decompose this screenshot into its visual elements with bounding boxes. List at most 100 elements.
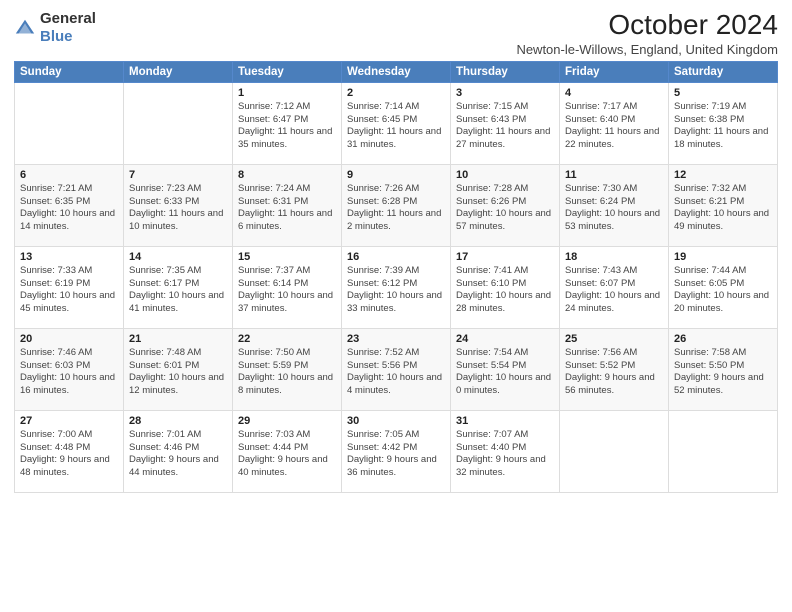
day-header-tuesday: Tuesday (233, 61, 342, 82)
calendar-cell: 26 Sunrise: 7:58 AMSunset: 5:50 PMDaylig… (669, 328, 778, 410)
day-info: Sunrise: 7:05 AMSunset: 4:42 PMDaylight:… (347, 429, 437, 478)
logo-icon (14, 17, 36, 39)
day-number: 16 (347, 251, 445, 263)
day-number: 28 (129, 415, 227, 427)
day-info: Sunrise: 7:03 AMSunset: 4:44 PMDaylight:… (238, 429, 328, 478)
day-info: Sunrise: 7:46 AMSunset: 6:03 PMDaylight:… (20, 347, 115, 396)
day-info: Sunrise: 7:50 AMSunset: 5:59 PMDaylight:… (238, 347, 333, 396)
day-number: 29 (238, 415, 336, 427)
day-info: Sunrise: 7:15 AMSunset: 6:43 PMDaylight:… (456, 101, 550, 150)
calendar-cell (15, 82, 124, 164)
calendar-cell: 28 Sunrise: 7:01 AMSunset: 4:46 PMDaylig… (124, 410, 233, 492)
calendar-cell: 11 Sunrise: 7:30 AMSunset: 6:24 PMDaylig… (560, 164, 669, 246)
day-info: Sunrise: 7:14 AMSunset: 6:45 PMDaylight:… (347, 101, 441, 150)
day-info: Sunrise: 7:58 AMSunset: 5:50 PMDaylight:… (674, 347, 764, 396)
day-number: 3 (456, 87, 554, 99)
day-number: 26 (674, 333, 772, 345)
day-number: 25 (565, 333, 663, 345)
day-number: 2 (347, 87, 445, 99)
day-number: 24 (456, 333, 554, 345)
logo-blue: Blue (40, 28, 73, 45)
title-block: October 2024 Newton-le-Willows, England,… (516, 10, 778, 57)
calendar-cell: 25 Sunrise: 7:56 AMSunset: 5:52 PMDaylig… (560, 328, 669, 410)
page-header: General Blue October 2024 Newton-le-Will… (14, 10, 778, 57)
day-info: Sunrise: 7:28 AMSunset: 6:26 PMDaylight:… (456, 183, 551, 232)
calendar-cell: 4 Sunrise: 7:17 AMSunset: 6:40 PMDayligh… (560, 82, 669, 164)
calendar-week-4: 20 Sunrise: 7:46 AMSunset: 6:03 PMDaylig… (15, 328, 778, 410)
day-number: 12 (674, 169, 772, 181)
calendar-cell: 2 Sunrise: 7:14 AMSunset: 6:45 PMDayligh… (342, 82, 451, 164)
day-info: Sunrise: 7:37 AMSunset: 6:14 PMDaylight:… (238, 265, 333, 314)
calendar-cell (669, 410, 778, 492)
day-number: 8 (238, 169, 336, 181)
calendar-cell: 27 Sunrise: 7:00 AMSunset: 4:48 PMDaylig… (15, 410, 124, 492)
calendar-cell: 12 Sunrise: 7:32 AMSunset: 6:21 PMDaylig… (669, 164, 778, 246)
main-title: October 2024 (516, 10, 778, 41)
calendar-header-row: SundayMondayTuesdayWednesdayThursdayFrid… (15, 61, 778, 82)
day-info: Sunrise: 7:21 AMSunset: 6:35 PMDaylight:… (20, 183, 115, 232)
logo: General Blue (14, 10, 96, 46)
calendar-week-1: 1 Sunrise: 7:12 AMSunset: 6:47 PMDayligh… (15, 82, 778, 164)
day-number: 1 (238, 87, 336, 99)
calendar-cell: 1 Sunrise: 7:12 AMSunset: 6:47 PMDayligh… (233, 82, 342, 164)
calendar-cell: 8 Sunrise: 7:24 AMSunset: 6:31 PMDayligh… (233, 164, 342, 246)
day-number: 23 (347, 333, 445, 345)
calendar-cell: 31 Sunrise: 7:07 AMSunset: 4:40 PMDaylig… (451, 410, 560, 492)
day-info: Sunrise: 7:56 AMSunset: 5:52 PMDaylight:… (565, 347, 655, 396)
day-number: 15 (238, 251, 336, 263)
day-header-thursday: Thursday (451, 61, 560, 82)
calendar-cell: 29 Sunrise: 7:03 AMSunset: 4:44 PMDaylig… (233, 410, 342, 492)
day-header-sunday: Sunday (15, 61, 124, 82)
day-number: 31 (456, 415, 554, 427)
day-info: Sunrise: 7:41 AMSunset: 6:10 PMDaylight:… (456, 265, 551, 314)
day-info: Sunrise: 7:00 AMSunset: 4:48 PMDaylight:… (20, 429, 110, 478)
day-number: 22 (238, 333, 336, 345)
calendar-cell: 17 Sunrise: 7:41 AMSunset: 6:10 PMDaylig… (451, 246, 560, 328)
day-info: Sunrise: 7:39 AMSunset: 6:12 PMDaylight:… (347, 265, 442, 314)
day-number: 6 (20, 169, 118, 181)
subtitle: Newton-le-Willows, England, United Kingd… (516, 42, 778, 57)
day-number: 11 (565, 169, 663, 181)
day-number: 21 (129, 333, 227, 345)
calendar-cell (560, 410, 669, 492)
day-number: 5 (674, 87, 772, 99)
day-number: 4 (565, 87, 663, 99)
day-info: Sunrise: 7:17 AMSunset: 6:40 PMDaylight:… (565, 101, 659, 150)
day-number: 30 (347, 415, 445, 427)
day-header-friday: Friday (560, 61, 669, 82)
day-info: Sunrise: 7:35 AMSunset: 6:17 PMDaylight:… (129, 265, 224, 314)
calendar-cell: 9 Sunrise: 7:26 AMSunset: 6:28 PMDayligh… (342, 164, 451, 246)
day-info: Sunrise: 7:19 AMSunset: 6:38 PMDaylight:… (674, 101, 768, 150)
day-info: Sunrise: 7:54 AMSunset: 5:54 PMDaylight:… (456, 347, 551, 396)
day-info: Sunrise: 7:44 AMSunset: 6:05 PMDaylight:… (674, 265, 769, 314)
calendar-week-3: 13 Sunrise: 7:33 AMSunset: 6:19 PMDaylig… (15, 246, 778, 328)
day-header-monday: Monday (124, 61, 233, 82)
calendar-cell: 3 Sunrise: 7:15 AMSunset: 6:43 PMDayligh… (451, 82, 560, 164)
calendar-cell: 23 Sunrise: 7:52 AMSunset: 5:56 PMDaylig… (342, 328, 451, 410)
day-info: Sunrise: 7:01 AMSunset: 4:46 PMDaylight:… (129, 429, 219, 478)
calendar-cell: 5 Sunrise: 7:19 AMSunset: 6:38 PMDayligh… (669, 82, 778, 164)
day-number: 27 (20, 415, 118, 427)
day-header-wednesday: Wednesday (342, 61, 451, 82)
calendar-cell: 30 Sunrise: 7:05 AMSunset: 4:42 PMDaylig… (342, 410, 451, 492)
calendar-cell: 22 Sunrise: 7:50 AMSunset: 5:59 PMDaylig… (233, 328, 342, 410)
day-number: 10 (456, 169, 554, 181)
day-number: 13 (20, 251, 118, 263)
calendar-cell: 18 Sunrise: 7:43 AMSunset: 6:07 PMDaylig… (560, 246, 669, 328)
calendar-cell: 7 Sunrise: 7:23 AMSunset: 6:33 PMDayligh… (124, 164, 233, 246)
day-info: Sunrise: 7:12 AMSunset: 6:47 PMDaylight:… (238, 101, 332, 150)
calendar-week-2: 6 Sunrise: 7:21 AMSunset: 6:35 PMDayligh… (15, 164, 778, 246)
day-number: 7 (129, 169, 227, 181)
calendar-cell: 14 Sunrise: 7:35 AMSunset: 6:17 PMDaylig… (124, 246, 233, 328)
day-info: Sunrise: 7:52 AMSunset: 5:56 PMDaylight:… (347, 347, 442, 396)
calendar-cell: 10 Sunrise: 7:28 AMSunset: 6:26 PMDaylig… (451, 164, 560, 246)
calendar-table: SundayMondayTuesdayWednesdayThursdayFrid… (14, 61, 778, 493)
calendar-cell: 24 Sunrise: 7:54 AMSunset: 5:54 PMDaylig… (451, 328, 560, 410)
day-number: 9 (347, 169, 445, 181)
day-number: 20 (20, 333, 118, 345)
day-number: 17 (456, 251, 554, 263)
day-info: Sunrise: 7:07 AMSunset: 4:40 PMDaylight:… (456, 429, 546, 478)
calendar-cell: 19 Sunrise: 7:44 AMSunset: 6:05 PMDaylig… (669, 246, 778, 328)
logo-general: General (40, 10, 96, 27)
day-info: Sunrise: 7:48 AMSunset: 6:01 PMDaylight:… (129, 347, 224, 396)
